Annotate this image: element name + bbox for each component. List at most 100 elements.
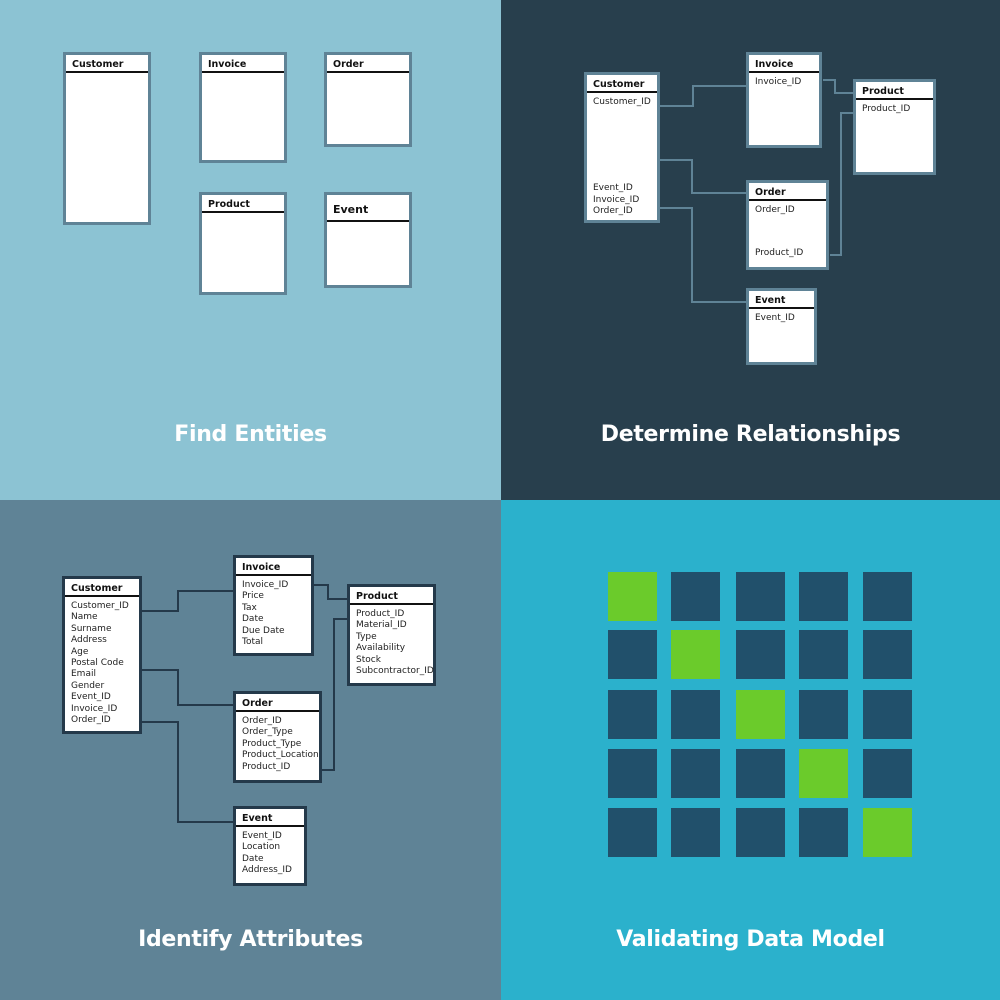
link-invoice-product	[823, 79, 854, 94]
attribute: Invoice_ID	[242, 580, 289, 590]
entity-invoice: Invoice	[199, 52, 287, 163]
grid-cell	[863, 572, 912, 621]
entity-header: Product	[202, 195, 284, 213]
entity-header: Order	[749, 183, 826, 201]
attribute: Date	[242, 614, 264, 625]
entity-header: Invoice	[749, 55, 819, 73]
attribute: Event_ID	[593, 183, 633, 194]
entity-product: Product	[199, 192, 287, 295]
grid-cell	[799, 572, 848, 621]
grid-cell	[736, 749, 785, 798]
grid-cell	[671, 690, 720, 739]
link-order-product	[830, 112, 854, 256]
attribute: Product_ID	[862, 104, 911, 114]
entity-product: Product Product_ID Material_ID Type Availab…	[347, 584, 436, 686]
grid-cell	[736, 808, 785, 857]
link-invoice-product	[314, 584, 348, 600]
entity-header: Order	[327, 55, 409, 73]
attribute: Event_ID	[242, 831, 282, 841]
link-customer-order	[658, 159, 747, 194]
attribute: Product_ID	[356, 609, 405, 619]
attribute: Surname	[71, 623, 112, 634]
entity-order: Order Order_ID Product_ID	[746, 180, 829, 270]
attribute: Product_Location	[242, 750, 319, 761]
attribute: Gender	[71, 680, 105, 691]
attribute: Invoice_ID	[71, 703, 118, 714]
entity-header: Customer	[66, 55, 148, 73]
attribute: Order_ID	[71, 715, 111, 726]
attribute: Invoice_ID	[593, 194, 640, 205]
entity-header: Invoice	[202, 55, 284, 73]
attribute: Address_ID	[242, 865, 292, 876]
attribute: Availability	[356, 643, 406, 654]
attribute: Date	[242, 853, 264, 864]
link-customer-invoice	[658, 85, 747, 107]
attribute: Price	[242, 591, 264, 602]
grid-cell	[608, 749, 657, 798]
step-title: Identify Attributes	[138, 927, 363, 952]
grid-cell	[799, 630, 848, 679]
entity-event: Event Event_ID	[746, 288, 817, 365]
link-customer-event	[658, 207, 747, 303]
entity-product: Product Product_ID	[853, 79, 936, 175]
entity-header: Customer	[65, 579, 139, 597]
entity-event: Event Event_ID Location Date Address_ID	[233, 806, 307, 886]
attribute: Event_ID	[71, 692, 111, 703]
entity-invoice: Invoice Invoice_ID Price Tax Date Due Date To…	[233, 555, 314, 656]
link-customer-order	[142, 669, 234, 706]
step-title: Validating Data Model	[616, 927, 885, 952]
grid-cell	[799, 808, 848, 857]
entity-header: Invoice	[236, 558, 311, 576]
step-identify-attributes: Customer Customer_ID Name Surname Address Ag…	[0, 500, 501, 1000]
grid-cell	[608, 630, 657, 679]
grid-cell	[608, 808, 657, 857]
grid-cell	[736, 572, 785, 621]
grid-cell-validated	[671, 630, 720, 679]
entity-customer: Customer	[63, 52, 151, 225]
attribute: Event_ID	[755, 313, 795, 323]
entity-event: Event	[324, 192, 412, 288]
link-order-product	[322, 618, 348, 771]
grid-cell-validated	[863, 808, 912, 857]
attribute: Product_ID	[755, 248, 804, 259]
entity-customer: Customer Customer_ID Name Surname Address Ag…	[62, 576, 142, 734]
grid-cell	[608, 690, 657, 739]
entity-customer: Customer Customer_ID Event_ID Invoice_ID…	[584, 72, 660, 223]
step-find-entities: Customer Invoice Order Product Event Fin…	[0, 0, 501, 500]
grid-cell	[736, 630, 785, 679]
attribute: Customer_ID	[71, 601, 129, 611]
link-customer-event	[142, 721, 234, 823]
attribute: Order_Type	[242, 727, 293, 738]
entity-invoice: Invoice Invoice_ID	[746, 52, 822, 148]
attribute: Postal Code	[71, 658, 124, 669]
grid-cell	[863, 690, 912, 739]
attribute: Address	[71, 635, 107, 646]
attribute: Material_ID	[356, 620, 407, 631]
step-determine-relationships: Customer Customer_ID Event_ID Invoice_ID…	[501, 0, 1000, 500]
attribute: Name	[71, 612, 98, 623]
attribute: Order_ID	[242, 716, 282, 726]
grid-cell	[863, 749, 912, 798]
attribute: Customer_ID	[593, 97, 651, 107]
entity-header: Order	[236, 694, 319, 712]
entity-header: Product	[350, 587, 433, 605]
attribute: Age	[71, 646, 89, 657]
attribute: Product_Type	[242, 738, 302, 749]
entity-order: Order	[324, 52, 412, 147]
step-title: Find Entities	[174, 422, 327, 447]
link-customer-invoice	[142, 590, 234, 612]
attribute: Tax	[242, 602, 257, 613]
grid-cell	[863, 630, 912, 679]
entity-header: Event	[327, 195, 409, 222]
grid-cell	[671, 572, 720, 621]
attribute: Order_ID	[755, 205, 795, 215]
attribute: Email	[71, 669, 96, 680]
grid-cell-validated	[736, 690, 785, 739]
attribute: Product_ID	[242, 761, 291, 772]
step-validating-data-model: Validating Data Model	[501, 500, 1000, 1000]
grid-cell-validated	[608, 572, 657, 621]
attribute: Type	[356, 631, 377, 642]
attribute: Subcontractor_ID	[356, 666, 434, 677]
entity-header: Customer	[587, 75, 657, 93]
step-title: Determine Relationships	[600, 422, 901, 447]
